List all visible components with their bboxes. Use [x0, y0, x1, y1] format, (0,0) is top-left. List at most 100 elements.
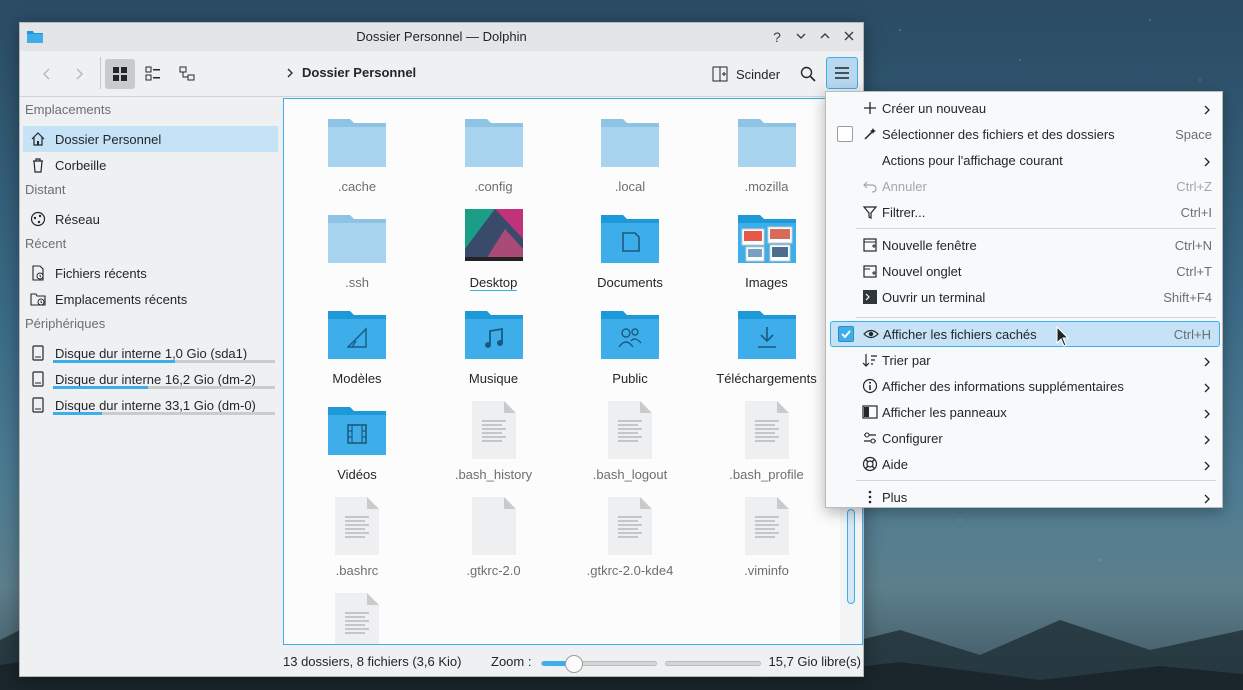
- menu-item[interactable]: Sélectionner des fichiers et des dossier…: [830, 121, 1220, 147]
- menu-item[interactable]: Afficher les panneaux: [830, 399, 1220, 425]
- sidebar-item-label: Disque dur interne 16,2 Gio (dm-2): [55, 371, 256, 387]
- toolbar: Dossier Personnel Scinder: [20, 51, 863, 97]
- sidebar-item-label: Fichiers récents: [55, 265, 147, 281]
- close-icon: [844, 31, 854, 41]
- folder-item[interactable]: Vidéos: [292, 387, 422, 482]
- folder-item[interactable]: Public: [565, 291, 695, 386]
- text-file-icon: [465, 497, 523, 555]
- menu-item-label: Créer un nouveau: [882, 100, 987, 116]
- split-button[interactable]: Scinder: [708, 60, 784, 88]
- file-name: .viminfo: [744, 563, 789, 578]
- menu-item[interactable]: Trier par: [830, 347, 1220, 373]
- menu-item[interactable]: Ouvrir un terminal Shift+F4: [830, 284, 1220, 310]
- icons-view-button[interactable]: [105, 59, 135, 89]
- help-icon: [862, 456, 878, 472]
- folder-item[interactable]: Images: [702, 195, 832, 290]
- menu-item-label: Configurer: [882, 430, 943, 446]
- menu-item[interactable]: Nouvelle fenêtre Ctrl+N: [830, 232, 1220, 258]
- folder-item[interactable]: Téléchargements: [702, 291, 832, 386]
- compact-view-button[interactable]: [138, 59, 168, 89]
- file-name: .cache: [337, 179, 377, 194]
- menu-item[interactable]: Actions pour l'affichage courant: [830, 147, 1220, 173]
- sidebar-section-header: Périphériques: [25, 316, 106, 331]
- folder-hidden-icon: [464, 113, 523, 171]
- sidebar-item[interactable]: Réseau: [23, 206, 278, 232]
- icons-view-icon: [113, 67, 127, 81]
- folder-images-icon: [737, 209, 796, 267]
- menu-item-shortcut: Space: [1175, 126, 1212, 142]
- menu-item-label: Nouvel onglet: [882, 263, 962, 279]
- compact-view-icon: [145, 66, 160, 81]
- checkmark-icon: [841, 330, 851, 339]
- menu-item[interactable]: Afficher les fichiers cachés Ctrl+H: [830, 321, 1220, 347]
- file-item[interactable]: .bash_profile: [702, 387, 832, 482]
- harddisk-icon: [30, 397, 46, 413]
- menu-item[interactable]: Afficher des informations supplémentaire…: [830, 373, 1220, 399]
- disk-usage-bar: [53, 360, 275, 363]
- minimize-button[interactable]: [791, 27, 811, 47]
- file-name: Modèles: [332, 371, 382, 386]
- split-label: Scinder: [736, 66, 781, 82]
- file-name: .gtkrc-2.0: [466, 563, 521, 578]
- folder-item[interactable]: .mozilla: [702, 99, 832, 194]
- search-icon: [800, 66, 816, 82]
- sidebar-item-label: Dossier Personnel: [55, 131, 162, 147]
- eye-icon: [863, 326, 879, 342]
- file-view[interactable]: .cache .config .local .mozilla .ssh Desk…: [283, 98, 863, 645]
- folder-item[interactable]: Modèles: [292, 291, 422, 386]
- folder-hidden-icon: [601, 113, 659, 171]
- menu-item[interactable]: Nouvel onglet Ctrl+T: [830, 258, 1220, 284]
- close-button[interactable]: [839, 27, 859, 47]
- folder-item[interactable]: .ssh: [292, 195, 422, 290]
- menu-item[interactable]: Filtrer... Ctrl+I: [830, 199, 1220, 225]
- panels-icon: [862, 404, 878, 420]
- menu-item[interactable]: Créer un nouveau: [830, 95, 1220, 121]
- folder-item[interactable]: Documents: [565, 195, 695, 290]
- zoom-slider[interactable]: [541, 655, 657, 673]
- menu-separator: [856, 228, 1216, 229]
- sidebar-item[interactable]: Emplacements récents: [23, 286, 278, 312]
- file-item[interactable]: .viminfo: [702, 483, 832, 578]
- sidebar-item[interactable]: Dossier Personnel: [23, 126, 278, 152]
- chevron-right-icon: [287, 68, 293, 77]
- file-name: Vidéos: [337, 467, 377, 482]
- file-item[interactable]: .gtkrc-2.0: [429, 483, 559, 578]
- chevron-up-icon: [820, 33, 830, 39]
- folder-item[interactable]: Musique: [429, 291, 559, 386]
- folder-item[interactable]: Desktop: [429, 195, 559, 291]
- details-view-button[interactable]: [172, 59, 202, 89]
- file-item[interactable]: .bashrc: [292, 483, 422, 578]
- menu-item[interactable]: Plus: [830, 484, 1220, 510]
- menu-item[interactable]: Aide: [830, 451, 1220, 477]
- maximize-button[interactable]: [815, 27, 835, 47]
- sidebar-item-label: Disque dur interne 33,1 Gio (dm-0): [55, 397, 256, 413]
- file-item[interactable]: .gtkrc-2.0-kde4: [565, 483, 695, 578]
- breadcrumb-current[interactable]: Dossier Personnel: [302, 65, 416, 80]
- submenu-arrow-icon: [1202, 407, 1212, 419]
- checkbox-checked[interactable]: [838, 326, 854, 342]
- submenu-arrow-icon: [1202, 433, 1212, 445]
- hamburger-menu-button[interactable]: [826, 57, 858, 89]
- help-icon[interactable]: ?: [767, 27, 787, 47]
- free-space-bar: [665, 661, 761, 666]
- checkbox[interactable]: [837, 126, 853, 142]
- sidebar-item[interactable]: Fichiers récents: [23, 260, 278, 286]
- file-item[interactable]: .bash_history: [429, 387, 559, 482]
- file-item[interactable]: [292, 579, 422, 644]
- search-button[interactable]: [794, 60, 822, 88]
- breadcrumb[interactable]: Dossier Personnel: [286, 65, 416, 80]
- folder-item[interactable]: .config: [429, 99, 559, 194]
- text-file-icon: [328, 497, 386, 555]
- file-item[interactable]: .bash_logout: [565, 387, 695, 482]
- scrollbar-thumb[interactable]: [847, 509, 855, 604]
- folder-item[interactable]: .cache: [292, 99, 422, 194]
- file-name: .bash_logout: [592, 467, 668, 482]
- text-file-icon: [465, 401, 523, 459]
- forward-button[interactable]: [64, 59, 94, 89]
- folder-item[interactable]: .local: [565, 99, 695, 194]
- zoom-slider-handle[interactable]: [564, 655, 583, 673]
- file-name: Musique: [468, 371, 519, 386]
- sidebar-item[interactable]: Corbeille: [23, 152, 278, 178]
- back-button[interactable]: [32, 59, 62, 89]
- menu-item[interactable]: Configurer: [830, 425, 1220, 451]
